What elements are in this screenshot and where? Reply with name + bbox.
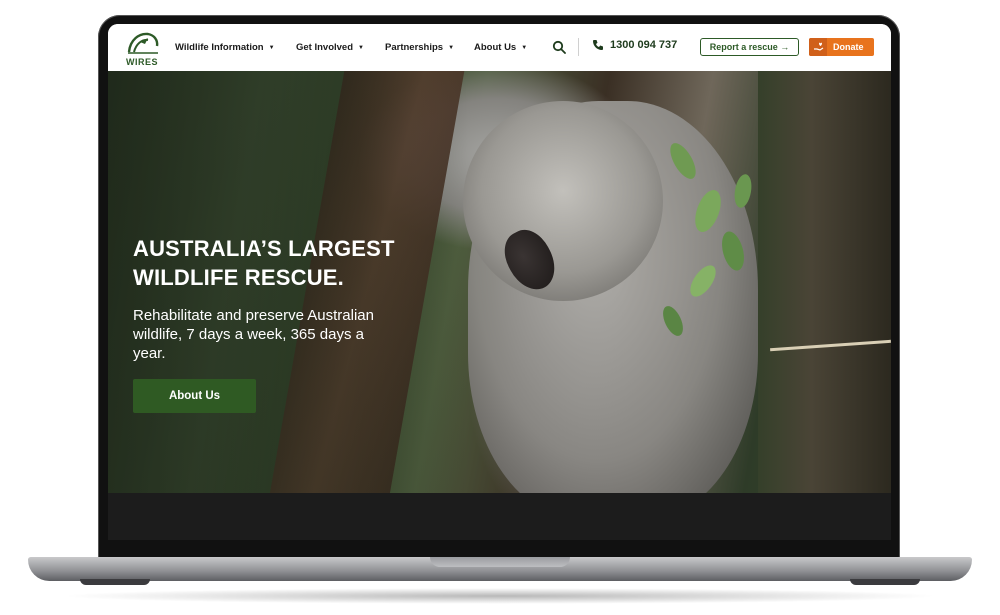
nav-item-about-us[interactable]: About Us ▼	[474, 24, 527, 71]
laptop-foot-left	[80, 579, 150, 585]
nav-label: About Us	[474, 42, 517, 53]
donate-label: Donate	[833, 42, 864, 52]
bird-logo-icon	[127, 32, 159, 54]
nav-item-get-involved[interactable]: Get Involved ▼	[296, 24, 364, 71]
hero-photo-leaves	[663, 143, 752, 336]
hero-title: AUSTRALIA’S LARGEST WILDLIFE RESCUE.	[133, 234, 453, 292]
nav-item-wildlife-information[interactable]: Wildlife Information ▼	[175, 24, 275, 71]
hero-title-line-2: WILDLIFE RESCUE.	[133, 265, 344, 290]
screen-bezel-bottom	[108, 493, 891, 540]
laptop-foot-right	[850, 579, 920, 585]
nav-label: Wildlife Information	[175, 42, 264, 53]
chevron-down-icon: ▼	[448, 44, 455, 51]
logo-text: WIRES	[125, 57, 158, 67]
about-us-button[interactable]: About Us	[133, 379, 256, 413]
laptop-shadow	[60, 588, 940, 604]
chevron-down-icon: ▼	[268, 44, 275, 51]
site-header: WIRES Wildlife Information ▼ Get Involve…	[108, 24, 891, 71]
about-us-label: About Us	[168, 390, 221, 402]
phone-number: 1300 094 737	[610, 39, 678, 51]
search-button[interactable]	[552, 40, 566, 54]
hero-section: AUSTRALIA’S LARGEST WILDLIFE RESCUE. Reh…	[108, 71, 891, 540]
phone-link[interactable]: 1300 094 737	[592, 39, 677, 51]
hero-photo-koala-head	[463, 101, 663, 301]
hero-subtitle: Rehabilitate and preserve Australian wil…	[133, 307, 374, 362]
nav-divider	[578, 38, 579, 56]
hero-photo-trunk-right	[758, 71, 891, 540]
search-icon	[552, 40, 566, 54]
donate-hand-icon	[809, 38, 827, 56]
report-rescue-label: Report a rescue →	[709, 42, 790, 52]
wires-logo[interactable]: WIRES	[122, 30, 162, 67]
hero-title-line-1: AUSTRALIA’S LARGEST	[133, 236, 395, 261]
chevron-down-icon: ▼	[521, 44, 528, 51]
nav-label: Get Involved	[296, 42, 354, 53]
nav-item-partnerships[interactable]: Partnerships ▼	[385, 24, 454, 71]
laptop-screen: WIRES Wildlife Information ▼ Get Involve…	[108, 24, 891, 540]
chevron-down-icon: ▼	[358, 44, 364, 51]
report-rescue-button[interactable]: Report a rescue →	[700, 38, 799, 56]
donate-button[interactable]: Donate	[809, 38, 874, 56]
laptop-notch	[430, 557, 570, 567]
nav-label: Partnerships	[385, 42, 444, 53]
phone-icon	[593, 40, 603, 50]
